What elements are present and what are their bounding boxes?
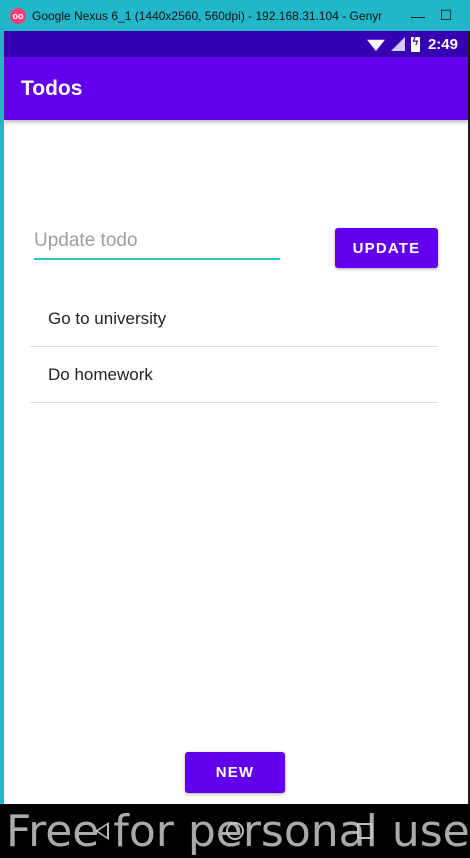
update-todo-input[interactable] bbox=[34, 228, 280, 260]
emulator-title-bar: oo Google Nexus 6_1 (1440x2560, 560dpi) … bbox=[0, 0, 470, 31]
list-item[interactable]: Do homework bbox=[30, 347, 438, 403]
wifi-icon bbox=[366, 39, 385, 51]
genymotion-app-icon: oo bbox=[10, 7, 26, 24]
maximize-icon[interactable]: ☐ bbox=[432, 0, 460, 31]
battery-charging-icon bbox=[410, 36, 420, 52]
todo-list: Go to university Do homework bbox=[30, 291, 438, 403]
list-item[interactable]: Go to university bbox=[30, 291, 438, 347]
status-bar: 2:49 bbox=[4, 31, 468, 57]
update-button[interactable]: UPDATE bbox=[335, 228, 438, 268]
status-time: 2:49 bbox=[427, 35, 458, 53]
watermark-text: Free for personal use bbox=[6, 806, 470, 857]
toolbar-title: Todos bbox=[21, 76, 83, 100]
new-button[interactable]: NEW bbox=[185, 752, 285, 793]
phone-screen: 2:49 Todos UPDATE Go to university Do ho… bbox=[4, 31, 468, 804]
app-toolbar: Todos bbox=[4, 57, 468, 120]
window-title: Google Nexus 6_1 (1440x2560, 560dpi) - 1… bbox=[32, 8, 382, 23]
signal-icon bbox=[390, 37, 405, 51]
minimize-icon[interactable]: — bbox=[404, 0, 432, 31]
